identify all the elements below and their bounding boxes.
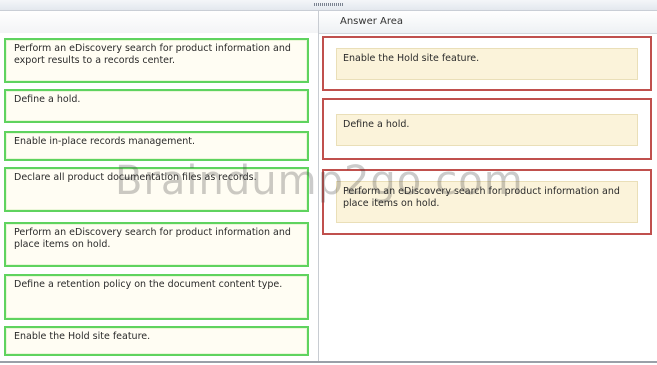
option-item-1[interactable]: Perform an eDiscovery search for product… xyxy=(4,38,309,83)
option-item-6[interactable]: Define a retention policy on the documen… xyxy=(4,274,309,320)
answer-target-2[interactable]: Define a hold. xyxy=(322,98,652,160)
option-label: Enable the Hold site feature. xyxy=(14,331,151,342)
answer-target-3[interactable]: Perform an eDiscovery search for product… xyxy=(322,169,652,235)
answer-slot[interactable]: Enable the Hold site feature. xyxy=(336,48,638,80)
answer-area-header: Answer Area xyxy=(319,11,657,34)
answer-slot-label: Enable the Hold site feature. xyxy=(343,53,480,64)
option-label: Define a retention policy on the documen… xyxy=(14,279,283,290)
option-label: Perform an eDiscovery search for product… xyxy=(14,227,291,250)
answer-slot[interactable]: Define a hold. xyxy=(336,114,638,146)
option-item-7[interactable]: Enable the Hold site feature. xyxy=(4,326,309,356)
options-header xyxy=(0,11,318,33)
answer-slot-label: Perform an eDiscovery search for product… xyxy=(343,186,620,209)
answer-area-title: Answer Area xyxy=(340,16,404,27)
option-label: Define a hold. xyxy=(14,94,81,105)
option-item-2[interactable]: Define a hold. xyxy=(4,89,309,123)
pane-divider xyxy=(318,10,319,362)
answer-target-1[interactable]: Enable the Hold site feature. xyxy=(322,36,652,91)
option-label: Enable in-place records management. xyxy=(14,136,196,147)
answer-slot[interactable]: Perform an eDiscovery search for product… xyxy=(336,181,638,223)
window-top-bar xyxy=(0,0,657,11)
option-label: Declare all product documentation files … xyxy=(14,172,257,183)
option-label: Perform an eDiscovery search for product… xyxy=(14,43,291,66)
option-item-4[interactable]: Declare all product documentation files … xyxy=(4,167,309,212)
answer-slot-label: Define a hold. xyxy=(343,119,410,130)
option-item-5[interactable]: Perform an eDiscovery search for product… xyxy=(4,222,309,267)
resize-grip-icon[interactable] xyxy=(314,3,344,6)
bottom-border xyxy=(0,361,657,363)
option-item-3[interactable]: Enable in-place records management. xyxy=(4,131,309,161)
